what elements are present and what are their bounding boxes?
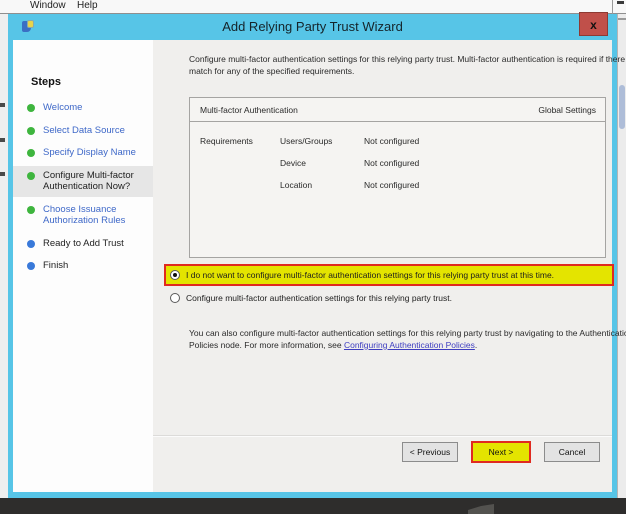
step-done-icon xyxy=(27,104,35,112)
parent-menubar: Window Help xyxy=(0,0,626,14)
mfa-table-body: Requirements Users/Groups Not configured… xyxy=(190,122,605,194)
step-item-select-data-source[interactable]: Select Data Source xyxy=(13,121,153,141)
step-item-configure-mfa-current: Configure Multi-factor Authentication No… xyxy=(13,166,153,197)
scrollbar-thumb[interactable] xyxy=(619,85,625,129)
footnote-after: . xyxy=(475,340,477,350)
radio-skip-mfa-option[interactable]: I do not want to configure multi-factor … xyxy=(164,264,614,286)
background-artifact xyxy=(0,172,5,176)
radio-selected-icon xyxy=(170,270,180,280)
radio-unselected-icon xyxy=(170,293,180,303)
requirement-name: Location xyxy=(280,180,312,190)
scrollbar-top-line xyxy=(618,18,626,20)
close-button[interactable]: x xyxy=(579,12,608,36)
dialog-body: Steps Welcome Select Data Source Specify… xyxy=(13,40,612,492)
window-edge-line xyxy=(612,0,613,14)
step-done-icon xyxy=(27,149,35,157)
wizard-dialog: Add Relying Party Trust Wizard x Steps W… xyxy=(8,14,617,498)
mfa-table-title: Multi-factor Authentication xyxy=(200,105,298,115)
wizard-footer: < Previous Next > Cancel xyxy=(402,441,600,463)
intro-text: Configure multi-factor authentication se… xyxy=(189,54,626,77)
footnote-text: You can also configure multi-factor auth… xyxy=(189,328,626,351)
desktop-background xyxy=(0,498,626,514)
next-button[interactable]: Next > xyxy=(471,441,531,463)
global-settings-header: Global Settings xyxy=(538,105,596,115)
requirements-label: Requirements xyxy=(200,136,253,146)
step-pending-icon xyxy=(27,262,35,270)
step-done-icon xyxy=(27,127,35,135)
screen: Window Help Add Relying Party Trust Wiza… xyxy=(0,0,626,514)
step-item-welcome[interactable]: Welcome xyxy=(13,98,153,118)
step-item-ready-to-add-trust: Ready to Add Trust xyxy=(13,234,153,254)
dialog-titlebar[interactable]: Add Relying Party Trust Wizard x xyxy=(13,14,612,40)
minimize-dash-icon xyxy=(617,1,624,4)
radio-skip-mfa-label: I do not want to configure multi-factor … xyxy=(186,270,554,280)
menu-item-window[interactable]: Window xyxy=(30,0,66,11)
radio-configure-mfa-option[interactable]: Configure multi-factor authentication se… xyxy=(170,293,452,303)
step-done-icon xyxy=(27,206,35,214)
previous-button[interactable]: < Previous xyxy=(402,442,458,462)
requirement-value: Not configured xyxy=(364,136,419,146)
mfa-table-header: Multi-factor Authentication Global Setti… xyxy=(190,98,605,122)
requirement-value: Not configured xyxy=(364,180,419,190)
close-icon: x xyxy=(590,18,597,32)
steps-sidebar: Steps Welcome Select Data Source Specify… xyxy=(13,40,153,492)
cancel-button[interactable]: Cancel xyxy=(544,442,600,462)
step-item-finish: Finish xyxy=(13,256,153,276)
background-window-edge xyxy=(0,14,8,498)
taskbar-logo-icon xyxy=(468,504,494,514)
background-artifact xyxy=(0,138,5,142)
requirement-name: Users/Groups xyxy=(280,136,332,146)
step-item-specify-display-name[interactable]: Specify Display Name xyxy=(13,143,153,163)
wizard-content: Configure multi-factor authentication se… xyxy=(153,40,612,492)
steps-header: Steps xyxy=(31,76,153,88)
parent-scrollbar-track[interactable] xyxy=(617,14,626,498)
footer-divider xyxy=(153,435,612,437)
configuring-auth-policies-link[interactable]: Configuring Authentication Policies xyxy=(344,340,475,350)
step-item-choose-issuance-rules[interactable]: Choose Issuance Authorization Rules xyxy=(13,200,153,231)
dialog-title: Add Relying Party Trust Wizard xyxy=(13,19,612,34)
step-pending-icon xyxy=(27,240,35,248)
table-row: Location Not configured xyxy=(190,172,605,194)
table-row: Requirements Users/Groups Not configured xyxy=(190,128,605,150)
mfa-settings-table: Multi-factor Authentication Global Setti… xyxy=(189,97,606,258)
step-done-icon xyxy=(27,172,35,180)
radio-configure-mfa-label: Configure multi-factor authentication se… xyxy=(186,293,452,303)
menu-item-help[interactable]: Help xyxy=(77,0,98,11)
background-artifact xyxy=(0,103,5,107)
requirement-value: Not configured xyxy=(364,158,419,168)
table-row: Device Not configured xyxy=(190,150,605,172)
requirement-name: Device xyxy=(280,158,306,168)
